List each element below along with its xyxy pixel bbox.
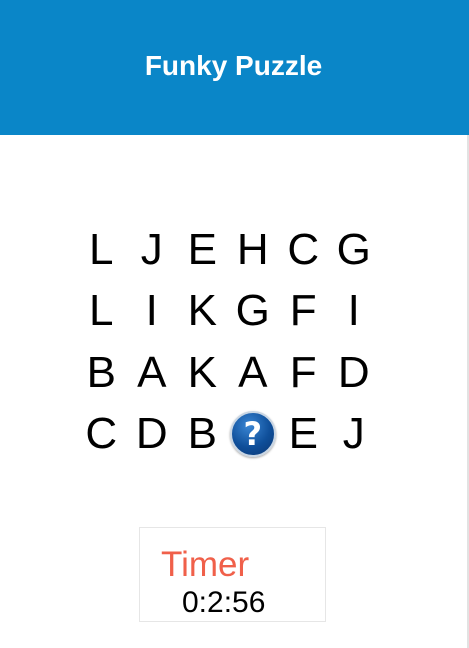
letter-cell[interactable]: C [76,404,127,466]
timer-label: Timer [161,545,250,584]
letter-cell[interactable]: I [329,281,380,343]
letter-cell[interactable]: A [127,342,178,404]
letter-cell[interactable]: G [228,281,279,343]
letter-cell[interactable]: C [278,219,329,281]
letter-cell[interactable]: F [278,281,329,343]
letter-cell[interactable]: B [177,404,228,466]
letter-cell[interactable]: G [329,219,380,281]
hidden-cell[interactable]: ? [228,404,279,466]
letter-cell[interactable]: E [278,404,329,466]
letter-grid: L J E H C G L I K G F I B A K A F D C D B? E J [76,219,378,465]
letter-cell[interactable]: J [127,219,178,281]
question-mark-icon[interactable]: ? [229,411,276,458]
letter-cell[interactable]: K [177,342,228,404]
timer-value: 0:2:56 [182,586,266,619]
app-header: Funky Puzzle [0,0,469,135]
letter-cell[interactable]: A [228,342,279,404]
letter-cell[interactable]: K [177,281,228,343]
letter-cell[interactable]: J [329,404,380,466]
letter-cell[interactable]: D [329,342,380,404]
timer-panel: Timer 0:2:56 [139,527,326,622]
letter-cell[interactable]: L [76,219,127,281]
letter-cell[interactable]: I [127,281,178,343]
letter-cell[interactable]: B [76,342,127,404]
letter-cell[interactable]: D [127,404,178,466]
letter-cell[interactable]: L [76,281,127,343]
page-title: Funky Puzzle [144,49,323,81]
letter-cell[interactable]: F [278,342,329,404]
letter-cell[interactable]: H [228,219,279,281]
letter-cell[interactable]: E [177,219,228,281]
